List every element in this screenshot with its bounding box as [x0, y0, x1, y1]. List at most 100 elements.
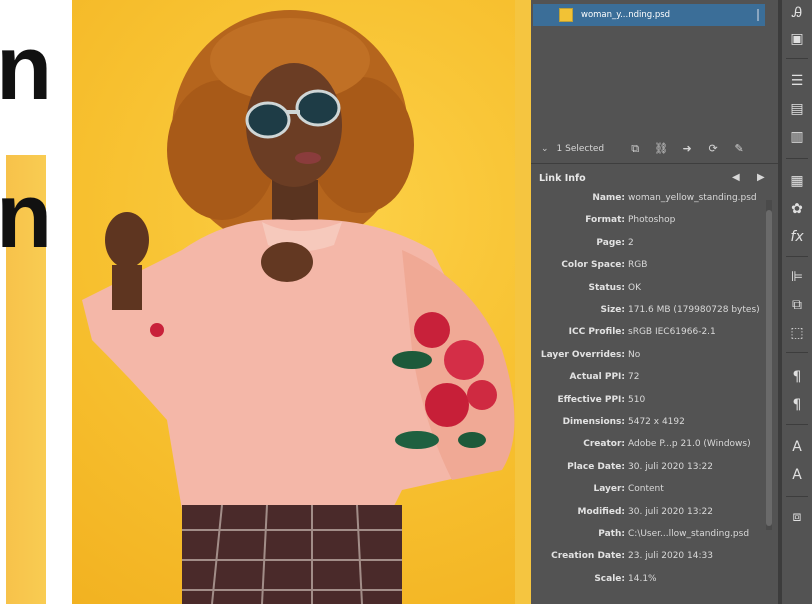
go-to-link-icon[interactable]: ➜ [680, 143, 694, 155]
align-icon[interactable]: ⊫ [782, 268, 812, 286]
link-info-key: Name: [592, 193, 625, 203]
link-info-key: Page: [596, 237, 625, 248]
link-info-row: Dimensions: 5472 x 4192 [531, 417, 763, 431]
paragraph-icon[interactable]: ¶ [782, 368, 812, 386]
document-canvas[interactable]: n n [0, 0, 531, 604]
link-info-row: Name: woman_yellow_standing.psd [531, 193, 763, 207]
link-info-key: Actual PPI: [569, 372, 625, 383]
swatches-icon[interactable]: ✿ [782, 200, 812, 218]
link-info-row: Creator: Adobe P...p 21.0 (Windows) [531, 439, 763, 453]
link-info-key: Layer Overrides: [540, 349, 625, 360]
link-info-row: Creation Date: 23. juli 2020 14:33 [531, 551, 763, 565]
headline-letter-top: n [0, 17, 53, 119]
link-info-key: Effective PPI: [557, 394, 625, 405]
link-info-row: Path: C:\User...llow_standing.psd [531, 529, 763, 543]
link-info-value: sRGB IEC61966-2.1 [628, 327, 716, 338]
strip-separator [786, 256, 808, 257]
info-scrollbar-thumb[interactable] [766, 210, 772, 526]
headline-letter-bottom: n [0, 165, 53, 267]
link-info-value: 72 [628, 372, 640, 383]
link-info-value: 510 [628, 394, 646, 405]
color-icon[interactable]: ▣ [782, 30, 812, 48]
strip-separator [786, 58, 808, 59]
link-info-row: Effective PPI: 510 [531, 395, 763, 409]
link-info-row: Actual PPI: 72 [531, 372, 763, 386]
paragraph-styles-icon[interactable]: ¶ [782, 396, 812, 414]
strip-separator [786, 424, 808, 425]
link-info-key: Scale: [594, 573, 625, 584]
link-info-row: Scale: 14.1% [531, 574, 763, 588]
link-info-key: Modified: [577, 506, 625, 517]
link-info-row: Layer Overrides: No [531, 350, 763, 364]
link-info-row: Color Space: RGB [531, 260, 763, 274]
transform-icon[interactable]: ⬚ [782, 324, 812, 342]
link-info-key: Status: [588, 282, 625, 293]
links-icon[interactable]: ▥ [782, 128, 812, 146]
link-info-value: 171.6 MB (179980728 bytes) [628, 305, 760, 315]
previous-link-icon[interactable]: ◀ [732, 172, 740, 183]
next-link-icon[interactable]: ▶ [757, 172, 765, 183]
row-scrollbar[interactable] [757, 9, 759, 21]
woman-portrait-illustration [82, 10, 515, 604]
link-info-key: Creation Date: [551, 551, 625, 562]
panel-icon-strip: Ꭿ ▣ ☰ ▤ ▥ ▦ ✿ fx ⊫ ⧉ ⬚ ¶ ¶ A A ⧈ [782, 0, 812, 604]
link-info-key: Format: [585, 215, 625, 226]
link-info-row: Modified: 30. juli 2020 13:22 [531, 507, 763, 521]
link-info-value: 30. juli 2020 13:22 [628, 461, 713, 472]
stroke-icon[interactable]: ▦ [782, 172, 812, 190]
link-info-value: 5472 x 4192 [628, 417, 685, 427]
canvas-panel-divider [515, 0, 532, 604]
text-wrap-icon[interactable]: ⧈ [782, 508, 812, 526]
link-info-key: Path: [598, 529, 625, 539]
character-styles-icon[interactable]: Ꭿ [782, 4, 812, 22]
link-info-value: 2 [628, 237, 634, 248]
link-info-value: OK [628, 282, 641, 293]
link-info-heading: Link Info [539, 173, 586, 184]
strip-separator [786, 496, 808, 497]
links-list[interactable] [533, 26, 765, 132]
link-info-row: Place Date: 30. juli 2020 13:22 [531, 462, 763, 476]
link-info-value: RGB [628, 260, 648, 271]
links-panel: woman_y...nding.psd ⌄ 1 Selected ⧉ ⛓ ➜ ⟳… [531, 0, 778, 604]
selection-count: 1 Selected [556, 144, 605, 154]
link-info-key: Color Space: [561, 260, 625, 271]
strip-separator [786, 352, 808, 353]
panel-separator [531, 163, 778, 164]
link-info-row: Size: 171.6 MB (179980728 bytes) [531, 305, 763, 319]
link-info-key: Place Date: [567, 461, 625, 472]
placed-photo[interactable] [72, 0, 531, 604]
link-info-key: Dimensions: [562, 417, 625, 427]
collapse-chevron-icon[interactable]: ⌄ [541, 144, 549, 154]
link-info-key: Creator: [583, 439, 625, 450]
link-info-value: 14.1% [628, 573, 657, 584]
layers-icon[interactable]: ▤ [782, 100, 812, 118]
link-info-key: ICC Profile: [568, 327, 625, 338]
links-toolbar: ⌄ 1 Selected ⧉ ⛓ ➜ ⟳ ✎ [531, 138, 778, 160]
update-link-icon[interactable]: ⟳ [706, 143, 720, 155]
psd-file-icon [559, 8, 573, 22]
linked-file-row[interactable]: woman_y...nding.psd [533, 4, 765, 26]
character-icon[interactable]: A [782, 438, 812, 456]
link-info-value: No [628, 349, 641, 360]
strip-separator [786, 158, 808, 159]
link-info-row: Status: OK [531, 283, 763, 297]
link-info-value: C:\User...llow_standing.psd [628, 529, 750, 539]
pathfinder-icon[interactable]: ⧉ [782, 296, 812, 314]
link-info-value: Photoshop [628, 215, 676, 226]
link-info-value: 30. juli 2020 13:22 [628, 506, 713, 517]
effects-icon[interactable]: fx [782, 228, 812, 246]
link-info-key: Size: [600, 305, 625, 315]
link-info-row: ICC Profile: sRGB IEC61966-2.1 [531, 327, 763, 341]
relink-from-cc-icon[interactable]: ⧉ [628, 143, 642, 155]
link-info-value: Content [628, 484, 664, 495]
link-info-value: 23. juli 2020 14:33 [628, 551, 713, 562]
link-info-row: Page: 2 [531, 238, 763, 252]
link-info-row: Layer: Content [531, 484, 763, 498]
linked-file-name: woman_y...nding.psd [581, 10, 671, 20]
pages-icon[interactable]: ☰ [782, 72, 812, 90]
character-styles-alt-icon[interactable]: A [782, 466, 812, 484]
link-info-key: Layer: [593, 484, 625, 495]
relink-icon[interactable]: ⛓ [654, 143, 668, 155]
link-info-value: woman_yellow_standing.psd [628, 193, 757, 203]
edit-original-icon[interactable]: ✎ [732, 143, 746, 155]
